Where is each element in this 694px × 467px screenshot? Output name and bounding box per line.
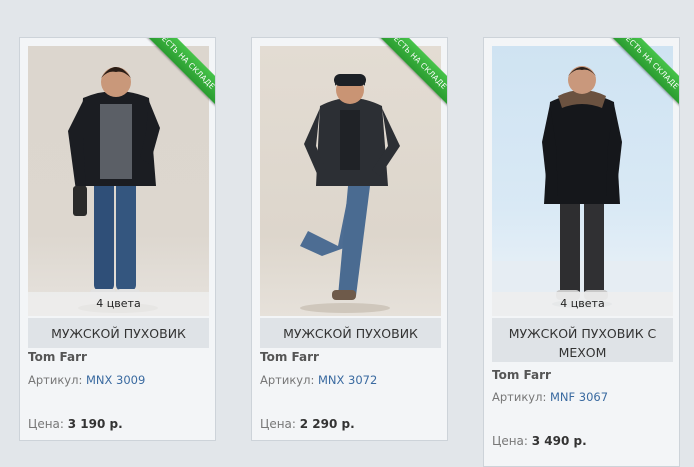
product-brand: Tom Farr — [492, 368, 551, 382]
sku-label: Артикул: — [260, 373, 315, 387]
sku-link[interactable]: MNX 3009 — [86, 373, 145, 387]
in-stock-badge: ЕСТЬ НА СКЛАДЕ — [598, 38, 679, 119]
sku-label: Артикул: — [28, 373, 83, 387]
product-title[interactable]: МУЖСКОЙ ПУХОВИК С МЕХОМ — [492, 318, 673, 362]
colors-count: 4 цвета — [492, 292, 673, 316]
price-value: 2 290 р. — [299, 417, 355, 431]
price-label: Цена: — [492, 434, 528, 448]
product-sku: Артикул: MNX 3072 — [260, 373, 377, 387]
in-stock-badge: ЕСТЬ НА СКЛАДЕ — [366, 38, 447, 119]
product-card[interactable]: ЕСТЬ НА СКЛАДЕ МУЖСКОЙ ПУХОВИК Tom Farr … — [251, 37, 448, 441]
product-title[interactable]: МУЖСКОЙ ПУХОВИК — [260, 318, 441, 348]
product-card[interactable]: 4 цвета ЕСТЬ НА СКЛАДЕ МУЖСКОЙ ПУХОВИК С… — [483, 37, 680, 467]
product-price: Цена: 3 490 р. — [492, 434, 587, 448]
colors-count: 4 цвета — [28, 292, 209, 316]
product-brand: Tom Farr — [28, 350, 87, 364]
product-price: Цена: 2 290 р. — [260, 417, 355, 431]
price-label: Цена: — [28, 417, 64, 431]
product-sku: Артикул: MNF 3067 — [492, 390, 608, 404]
sku-label: Артикул: — [492, 390, 547, 404]
price-value: 3 190 р. — [67, 417, 123, 431]
product-price: Цена: 3 190 р. — [28, 417, 123, 431]
product-card[interactable]: 4 цвета ЕСТЬ НА СКЛАДЕ МУЖСКОЙ ПУХОВИК T… — [19, 37, 216, 441]
sku-link[interactable]: MNX 3072 — [318, 373, 377, 387]
sku-link[interactable]: MNF 3067 — [550, 390, 608, 404]
product-title[interactable]: МУЖСКОЙ ПУХОВИК — [28, 318, 209, 348]
price-label: Цена: — [260, 417, 296, 431]
product-sku: Артикул: MNX 3009 — [28, 373, 145, 387]
in-stock-badge: ЕСТЬ НА СКЛАДЕ — [134, 38, 215, 119]
product-brand: Tom Farr — [260, 350, 319, 364]
price-value: 3 490 р. — [531, 434, 587, 448]
